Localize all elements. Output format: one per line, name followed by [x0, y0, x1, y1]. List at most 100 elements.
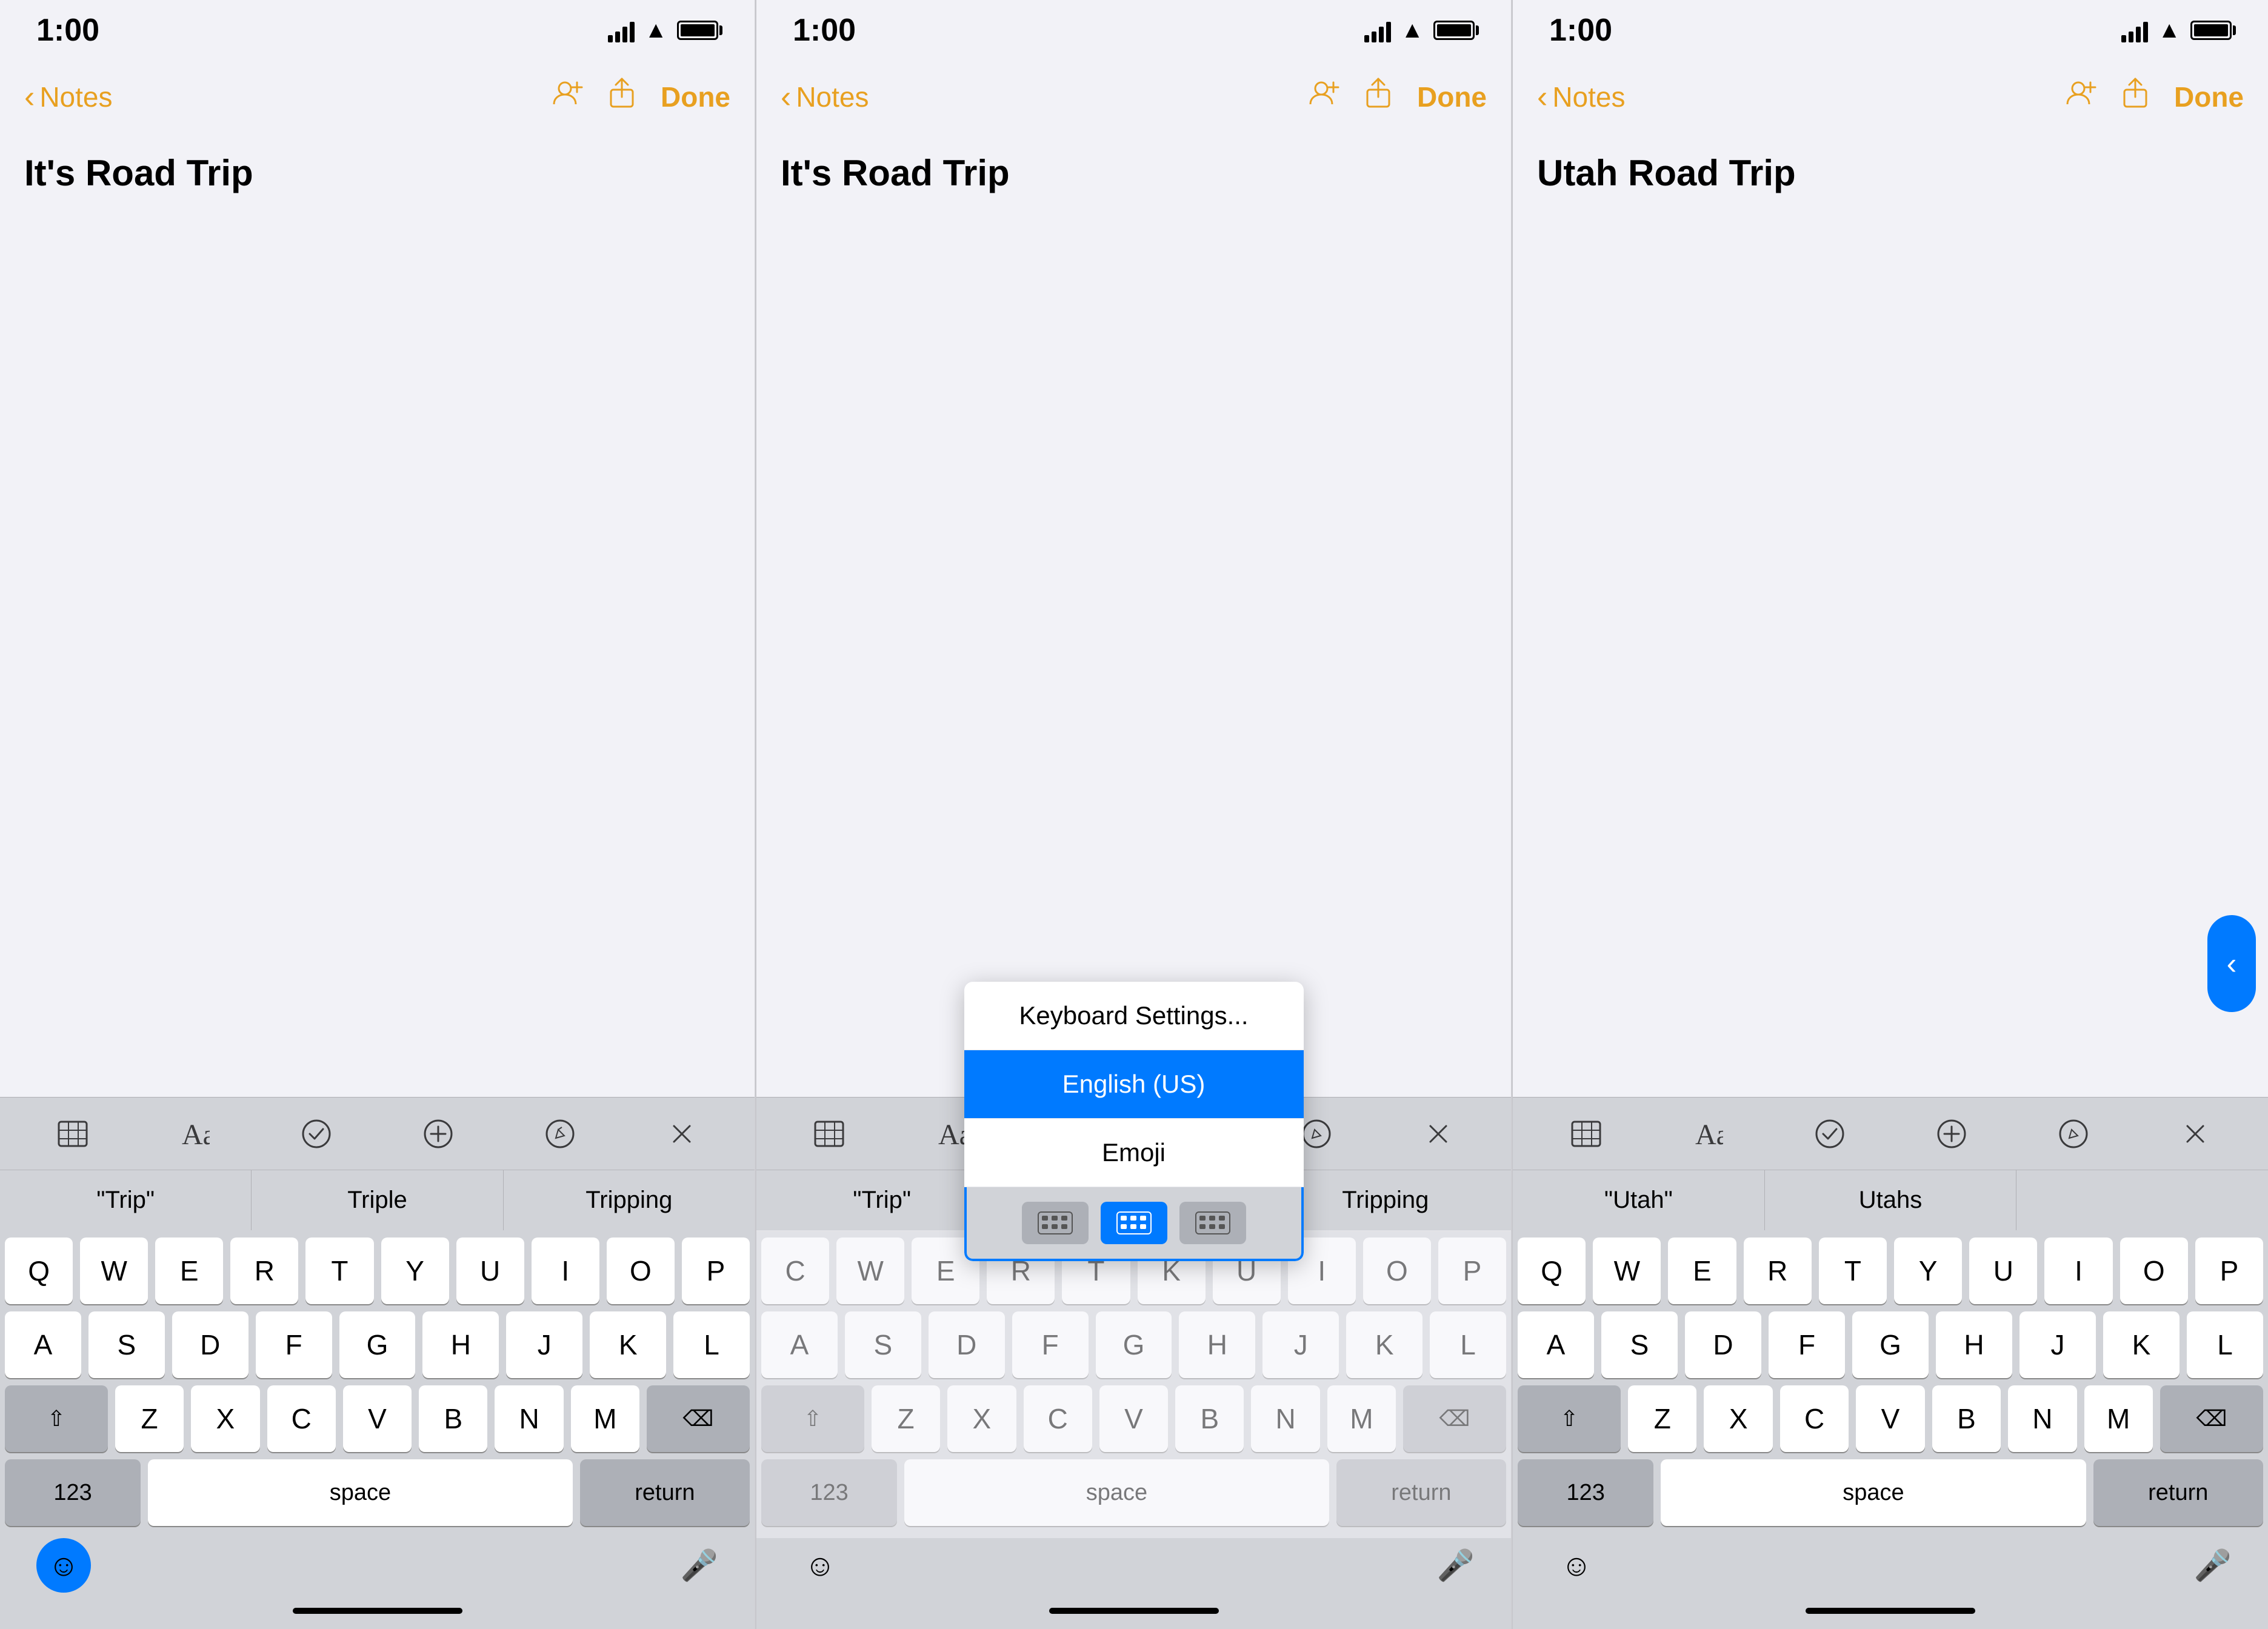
emoji-button-right[interactable]: ☺: [1549, 1538, 1604, 1593]
key-P-right[interactable]: P: [2195, 1238, 2263, 1304]
key-C-mid[interactable]: C: [1024, 1385, 1092, 1452]
key-space-right[interactable]: space: [1661, 1459, 2086, 1526]
suggestion-2-left[interactable]: Tripping: [504, 1170, 755, 1230]
key-V-mid[interactable]: V: [1099, 1385, 1168, 1452]
person-add-icon-right[interactable]: [2065, 78, 2096, 117]
key-J-left[interactable]: J: [506, 1311, 582, 1378]
key-B-left[interactable]: B: [419, 1385, 487, 1452]
key-L-mid[interactable]: L: [1430, 1311, 1506, 1378]
key-123-mid[interactable]: 123: [761, 1459, 897, 1526]
key-N-left[interactable]: N: [495, 1385, 563, 1452]
key-N-mid[interactable]: N: [1251, 1385, 1319, 1452]
format-icon-right[interactable]: Aa: [1684, 1110, 1732, 1158]
key-G-left[interactable]: G: [339, 1311, 416, 1378]
key-L-left[interactable]: L: [673, 1311, 750, 1378]
key-T-left[interactable]: T: [305, 1238, 373, 1304]
back-button-right[interactable]: ‹ Notes: [1537, 79, 1626, 115]
close-icon-left[interactable]: [658, 1110, 706, 1158]
key-return-mid[interactable]: return: [1336, 1459, 1506, 1526]
key-123-right[interactable]: 123: [1518, 1459, 1653, 1526]
key-P-mid[interactable]: P: [1438, 1238, 1506, 1304]
key-M-mid[interactable]: M: [1327, 1385, 1396, 1452]
key-space-mid[interactable]: space: [904, 1459, 1329, 1526]
pen-icon-right[interactable]: [2049, 1110, 2098, 1158]
key-W-right[interactable]: W: [1593, 1238, 1661, 1304]
close-icon-right[interactable]: [2171, 1110, 2220, 1158]
key-H-right[interactable]: H: [1936, 1311, 2012, 1378]
share-icon-middle[interactable]: [1364, 78, 1393, 117]
key-S-left[interactable]: S: [88, 1311, 165, 1378]
add-icon-left[interactable]: [414, 1110, 462, 1158]
done-button-left[interactable]: Done: [661, 81, 730, 113]
key-shift-right[interactable]: ⇧: [1518, 1385, 1621, 1452]
note-content-right[interactable]: Utah Road Trip: [1513, 133, 2268, 1097]
key-F-left[interactable]: F: [256, 1311, 332, 1378]
key-M-left[interactable]: M: [571, 1385, 639, 1452]
mic-icon-middle[interactable]: 🎤: [1437, 1548, 1475, 1584]
key-O-left[interactable]: O: [607, 1238, 675, 1304]
suggestion-0-left[interactable]: "Trip": [0, 1170, 252, 1230]
key-A-left[interactable]: A: [5, 1311, 81, 1378]
key-R-left[interactable]: R: [230, 1238, 298, 1304]
key-Z-mid[interactable]: Z: [872, 1385, 940, 1452]
key-D-mid[interactable]: D: [929, 1311, 1005, 1378]
key-T-right[interactable]: T: [1819, 1238, 1887, 1304]
key-X-mid[interactable]: X: [947, 1385, 1016, 1452]
key-C-right[interactable]: C: [1780, 1385, 1849, 1452]
key-Y-left[interactable]: Y: [381, 1238, 449, 1304]
key-delete-right[interactable]: ⌫: [2160, 1385, 2263, 1452]
key-R-right[interactable]: R: [1744, 1238, 1812, 1304]
key-L-right[interactable]: L: [2187, 1311, 2263, 1378]
key-U-right[interactable]: U: [1969, 1238, 2037, 1304]
key-F-right[interactable]: F: [1769, 1311, 1845, 1378]
key-return-right[interactable]: return: [2093, 1459, 2263, 1526]
emoji-button-left[interactable]: ☺: [36, 1538, 91, 1593]
format-icon-left[interactable]: Aa: [170, 1110, 219, 1158]
key-E-left[interactable]: E: [155, 1238, 223, 1304]
key-E-right[interactable]: E: [1668, 1238, 1736, 1304]
key-C-left[interactable]: C: [267, 1385, 336, 1452]
back-button-left[interactable]: ‹ Notes: [24, 79, 113, 115]
key-J-mid[interactable]: J: [1262, 1311, 1339, 1378]
person-add-icon-middle[interactable]: [1308, 78, 1339, 117]
key-123-left[interactable]: 123: [5, 1459, 141, 1526]
pen-icon-left[interactable]: [536, 1110, 584, 1158]
key-Z-right[interactable]: Z: [1628, 1385, 1696, 1452]
suggestion-1-left[interactable]: Triple: [252, 1170, 503, 1230]
key-delete-left[interactable]: ⌫: [647, 1385, 750, 1452]
key-O-mid[interactable]: O: [1363, 1238, 1431, 1304]
done-button-right[interactable]: Done: [2174, 81, 2244, 113]
key-Q-right[interactable]: Q: [1518, 1238, 1586, 1304]
key-K-left[interactable]: K: [590, 1311, 666, 1378]
key-P-left[interactable]: P: [682, 1238, 750, 1304]
mic-icon-right[interactable]: 🎤: [2194, 1548, 2232, 1584]
key-shift-left[interactable]: ⇧: [5, 1385, 108, 1452]
checklist-icon-right[interactable]: [1806, 1110, 1854, 1158]
key-B-right[interactable]: B: [1932, 1385, 2001, 1452]
cursor-handle-right[interactable]: ‹: [2207, 915, 2256, 1012]
person-add-icon-left[interactable]: [552, 78, 583, 117]
key-D-left[interactable]: D: [172, 1311, 248, 1378]
key-H-mid[interactable]: H: [1179, 1311, 1255, 1378]
checklist-icon-left[interactable]: [292, 1110, 341, 1158]
key-delete-mid[interactable]: ⌫: [1403, 1385, 1506, 1452]
back-button-middle[interactable]: ‹ Notes: [781, 79, 869, 115]
key-G-mid[interactable]: G: [1096, 1311, 1172, 1378]
share-icon-left[interactable]: [607, 78, 636, 117]
done-button-middle[interactable]: Done: [1417, 81, 1487, 113]
key-K-right[interactable]: K: [2103, 1311, 2180, 1378]
key-V-left[interactable]: V: [343, 1385, 412, 1452]
key-I-left[interactable]: I: [532, 1238, 599, 1304]
table-icon-left[interactable]: [48, 1110, 97, 1158]
note-content-left[interactable]: It's Road Trip: [0, 133, 755, 1097]
table-icon-middle[interactable]: [805, 1110, 853, 1158]
key-J-right[interactable]: J: [2020, 1311, 2096, 1378]
popup-emoji[interactable]: Emoji: [964, 1119, 1304, 1187]
key-X-left[interactable]: X: [191, 1385, 259, 1452]
key-U-left[interactable]: U: [456, 1238, 524, 1304]
key-I-right[interactable]: I: [2044, 1238, 2112, 1304]
key-A-mid[interactable]: A: [761, 1311, 838, 1378]
kb-switch-center[interactable]: [1101, 1202, 1167, 1244]
key-X-right[interactable]: X: [1704, 1385, 1772, 1452]
kb-switch-right[interactable]: [1179, 1202, 1246, 1244]
